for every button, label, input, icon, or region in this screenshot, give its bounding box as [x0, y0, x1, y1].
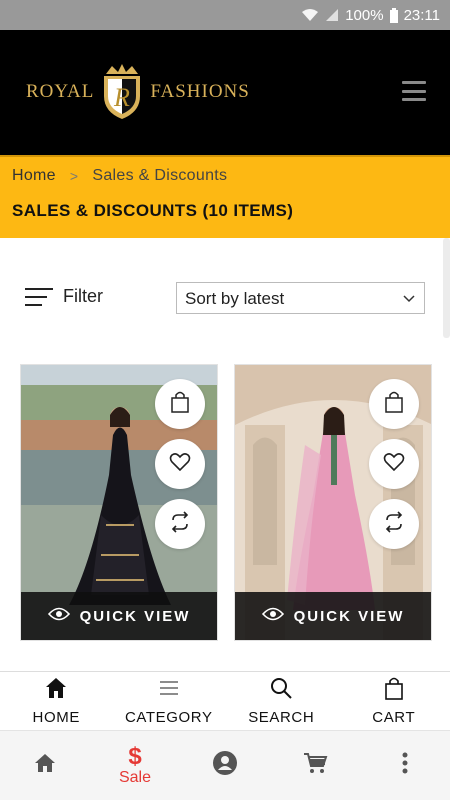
breadcrumb: Home > Sales & Discounts: [12, 167, 227, 185]
breadcrumb-bar: Home > Sales & Discounts SALES & DISCOUN…: [0, 155, 450, 238]
nav-item-home[interactable]: HOME: [0, 672, 113, 730]
brand-right-word: FASHIONS: [150, 81, 250, 102]
wifi-icon: [301, 8, 319, 22]
page-title: SALES & DISCOUNTS (10 ITEMS): [12, 201, 294, 220]
nav-item-cart[interactable]: CART: [338, 672, 450, 730]
bag-icon: [170, 391, 190, 418]
clock: 23:11: [403, 6, 440, 24]
brand-left-word: ROYAL: [26, 81, 95, 102]
quick-view-label: QUICK VIEW: [79, 607, 191, 625]
add-to-cart-button[interactable]: [155, 379, 205, 429]
chevron-down-icon: [402, 291, 416, 305]
shell-cart-button[interactable]: [270, 731, 360, 800]
nav-item-search[interactable]: SEARCH: [225, 672, 338, 730]
crest-icon: R: [100, 64, 144, 120]
sale-label: Sale: [118, 768, 152, 786]
nav-item-category[interactable]: CATEGORY: [113, 672, 226, 730]
heart-icon: [383, 452, 405, 477]
compare-icon: [169, 510, 191, 538]
quick-view-button[interactable]: QUICK VIEW: [235, 592, 431, 640]
nav-label-category: CATEGORY: [124, 709, 213, 726]
battery-icon: [389, 7, 398, 23]
breadcrumb-separator: >: [69, 168, 79, 184]
more-vertical-icon: [401, 751, 409, 780]
product-card[interactable]: QUICK VIEW: [234, 364, 432, 641]
menu-icon: [156, 675, 182, 705]
shell-nav: $ Sale: [0, 730, 450, 800]
breadcrumb-current: Sales & Discounts: [92, 167, 228, 184]
filter-button[interactable]: Filter: [25, 286, 103, 307]
home-icon: [43, 675, 69, 705]
compare-button[interactable]: [369, 499, 419, 549]
brand-logo[interactable]: ROYAL R FASHIONS: [26, 64, 250, 120]
nav-label-cart: CART: [372, 709, 416, 726]
product-card[interactable]: QUICK VIEW: [20, 364, 218, 641]
wishlist-button[interactable]: [369, 439, 419, 489]
status-bar: 100% 23:11: [0, 0, 450, 30]
eye-icon: [261, 607, 284, 625]
quick-view-button[interactable]: QUICK VIEW: [21, 592, 217, 640]
app-header: ROYAL R FASHIONS: [0, 30, 450, 155]
shell-more-button[interactable]: [360, 731, 450, 800]
shell-sale-button[interactable]: $ Sale: [90, 731, 180, 800]
account-icon: [212, 750, 238, 781]
dollar-icon: $: [128, 742, 142, 770]
bottom-nav: HOME CATEGORY SEARCH CART: [0, 672, 450, 730]
nav-label-home: HOME: [32, 709, 80, 726]
sort-select[interactable]: Sort by latest: [176, 282, 425, 314]
filter-icon: [25, 287, 53, 306]
cart-icon: [302, 750, 328, 781]
filter-sort-row: Filter Sort by latest: [0, 282, 450, 316]
filter-label: Filter: [63, 286, 103, 306]
compare-button[interactable]: [155, 499, 205, 549]
heart-icon: [169, 452, 191, 477]
bag-icon: [384, 391, 404, 418]
battery-percent: 100%: [345, 6, 384, 24]
hamburger-menu-icon[interactable]: [402, 81, 426, 101]
signal-icon: [325, 8, 339, 22]
add-to-cart-button[interactable]: [369, 379, 419, 429]
breadcrumb-home-link[interactable]: Home: [12, 167, 56, 185]
compare-icon: [383, 510, 405, 538]
crest-letter: R: [113, 83, 130, 112]
shell-home-button[interactable]: [0, 731, 90, 800]
shell-account-button[interactable]: [180, 731, 270, 800]
product-actions: [155, 379, 205, 549]
search-icon: [268, 675, 294, 705]
eye-icon: [47, 607, 70, 625]
nav-label-search: SEARCH: [248, 709, 315, 726]
wishlist-button[interactable]: [155, 439, 205, 489]
quick-view-label: QUICK VIEW: [293, 607, 405, 625]
sort-selected-value: Sort by latest: [185, 289, 285, 308]
home-icon: [32, 750, 58, 781]
bag-icon: [381, 675, 407, 705]
product-actions: [369, 379, 419, 549]
